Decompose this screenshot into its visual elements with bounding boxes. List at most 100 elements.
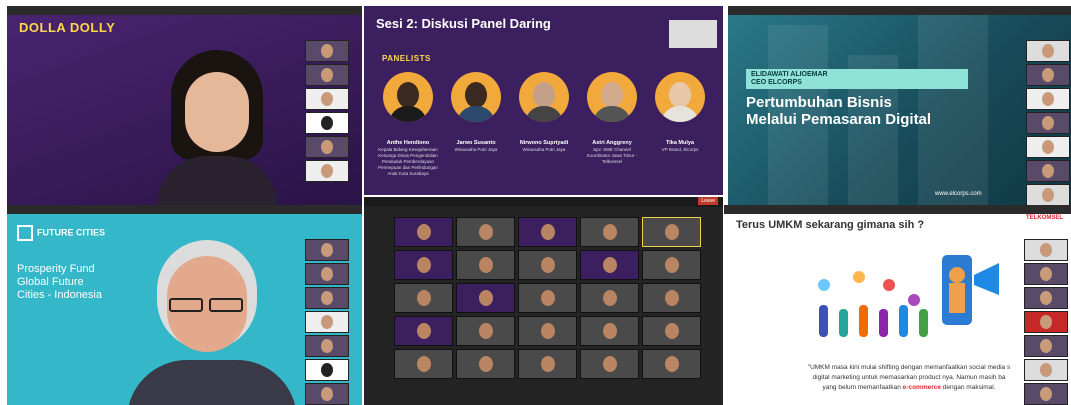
participant-face [541, 323, 555, 339]
thumbnail[interactable] [1026, 112, 1070, 134]
window-bar [7, 205, 362, 214]
slide-title: Pertumbuhan Bisnis Melalui Pemasaran Dig… [746, 94, 931, 128]
quote-text: "UMKM masa kini mulai shifting dengan me… [768, 363, 1050, 393]
participant-face [479, 257, 493, 273]
text-line: Prosperity Fund [17, 263, 95, 275]
panelist-role: Wirausaha Putri Jaya [522, 147, 566, 152]
thumbnail[interactable] [305, 88, 349, 110]
gallery-tile[interactable] [580, 283, 639, 313]
thumbnail[interactable] [1026, 64, 1070, 86]
panelist-name: Anthe Hendiono [386, 140, 430, 146]
thumbnail[interactable] [305, 239, 349, 261]
participant-face [665, 356, 679, 372]
panelist-name: Tika Mulya [665, 140, 695, 146]
panelist-photo [587, 72, 637, 122]
thumbnail[interactable] [1024, 335, 1068, 357]
speaker-video-2[interactable]: FUTURE CITIES Prosperity Fund Global Fut… [7, 205, 362, 405]
gallery-tile[interactable] [642, 283, 701, 313]
participant-face [417, 356, 431, 372]
panelist-photo [451, 72, 501, 122]
website-url: www.elcorps.com [935, 191, 982, 197]
speaker-name: ELIDAWATI ALIOEMAR [751, 71, 828, 78]
gallery-tile[interactable] [580, 349, 639, 379]
quote-line: digital marketing untuk memasarkan produ… [812, 374, 1006, 381]
speaker-video-1[interactable]: DOLLA DOLLY [7, 6, 362, 205]
future-cities-logo: FUTURE CITIES [17, 225, 105, 241]
gallery-tile[interactable] [456, 283, 515, 313]
participant-face [541, 224, 555, 240]
thumbnail[interactable] [1026, 184, 1070, 205]
gallery-tile[interactable] [518, 217, 577, 247]
gallery-tile[interactable] [456, 217, 515, 247]
thumbnail[interactable] [305, 40, 349, 62]
gallery-tile[interactable] [394, 283, 453, 313]
thumbnail[interactable] [1024, 311, 1068, 333]
panelist-role: VP Brand, Elcorps [661, 147, 699, 152]
thumbnail[interactable] [305, 112, 349, 134]
panelist-card: Astri Anggreny Spv. SME Channel Koordina… [582, 72, 642, 165]
speaker-thumbnail[interactable] [669, 20, 717, 48]
gallery-tile[interactable] [642, 250, 701, 280]
thumbnail[interactable] [305, 64, 349, 86]
thumbnail[interactable] [305, 136, 349, 158]
thumbnail[interactable] [305, 160, 349, 182]
gallery-tile[interactable] [456, 349, 515, 379]
thumbnail[interactable] [305, 383, 349, 405]
thumbnail[interactable] [305, 311, 349, 333]
panelists-label: PANELISTS [382, 54, 431, 63]
panelist-photo [383, 72, 433, 122]
gallery-tile[interactable] [642, 217, 701, 247]
thumbnail[interactable] [1024, 239, 1068, 261]
gallery-grid [394, 217, 701, 379]
gallery-tile[interactable] [642, 316, 701, 346]
gallery-tile[interactable] [518, 283, 577, 313]
gallery-tile[interactable] [580, 316, 639, 346]
participant-face [479, 356, 493, 372]
participant-thumbnails [1026, 40, 1070, 205]
umkm-slide: Terus UMKM sekarang gimana sih ? TELKOMS… [724, 205, 1071, 405]
panelist-name: Jarwo Susanto [456, 140, 496, 146]
gallery-tile[interactable] [580, 217, 639, 247]
thumbnail[interactable] [1024, 287, 1068, 309]
thumbnail[interactable] [305, 359, 349, 381]
participant-face [417, 224, 431, 240]
thumbnail[interactable] [1026, 160, 1070, 182]
thumbnail[interactable] [305, 263, 349, 285]
participant-face [603, 224, 617, 240]
participant-thumbnails [305, 239, 349, 405]
gallery-tile[interactable] [642, 349, 701, 379]
video-conference-grid: DOLLA DOLLY Sesi 2: Diskusi Panel Daring… [0, 0, 1071, 405]
logo-text: FUTURE CITIES [37, 227, 106, 238]
gallery-tile[interactable] [518, 316, 577, 346]
thumbnail[interactable] [305, 335, 349, 357]
window-bar [364, 197, 723, 207]
window-bar [728, 6, 1071, 15]
ecommerce-highlight: e-commerce [902, 384, 941, 391]
gallery-tile[interactable] [518, 250, 577, 280]
thumbnail[interactable] [1026, 40, 1070, 62]
leave-button[interactable]: Leave [698, 197, 718, 205]
gallery-tile[interactable] [394, 349, 453, 379]
quote-line: yang belum memanfaatkan [822, 384, 903, 391]
thumbnail[interactable] [1026, 88, 1070, 110]
speaker-namebar: ELIDAWATI ALIOEMAR CEO ELCORPS [746, 69, 968, 89]
participant-face [665, 323, 679, 339]
dolla-dolly-logo: DOLLA DOLLY [19, 20, 116, 35]
panelists-slide: Sesi 2: Diskusi Panel Daring PANELISTS A… [364, 6, 723, 195]
prosperity-fund-text: Prosperity Fund Global Future Cities - I… [17, 263, 102, 302]
slide-title-line: Pertumbuhan Bisnis [746, 94, 892, 111]
thumbnail[interactable] [1024, 383, 1068, 405]
thumbnail[interactable] [1024, 359, 1068, 381]
gallery-tile[interactable] [456, 316, 515, 346]
gallery-tile[interactable] [518, 349, 577, 379]
participant-face [665, 290, 679, 306]
thumbnail[interactable] [1024, 263, 1068, 285]
thumbnail[interactable] [1026, 136, 1070, 158]
gallery-tile[interactable] [394, 217, 453, 247]
thumbnail[interactable] [305, 287, 349, 309]
gallery-tile[interactable] [456, 250, 515, 280]
gallery-tile[interactable] [394, 316, 453, 346]
gallery-tile[interactable] [394, 250, 453, 280]
gallery-tile[interactable] [580, 250, 639, 280]
participant-face [541, 290, 555, 306]
